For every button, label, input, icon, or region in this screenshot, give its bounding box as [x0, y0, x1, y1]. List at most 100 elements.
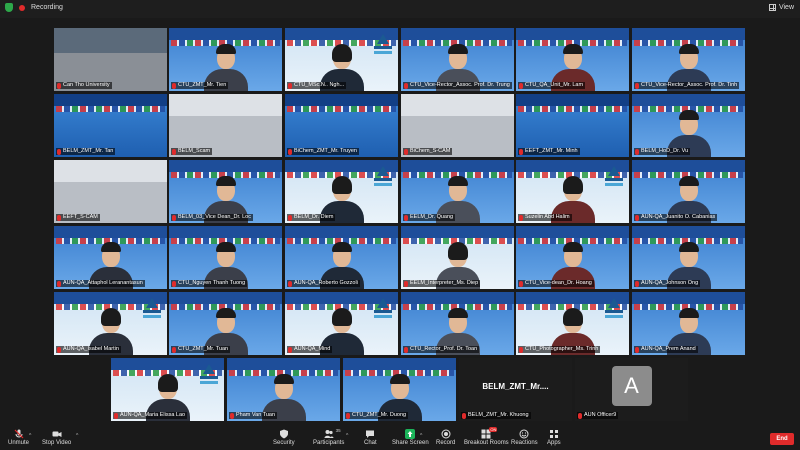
view-button[interactable]: View [768, 4, 794, 11]
chat-button[interactable]: Chat [364, 429, 377, 446]
participant-tile[interactable]: Pham Van Tuan [227, 358, 340, 421]
recording-indicator: Recording [5, 3, 63, 12]
participant-name-tag: BELM_ZMT_Mr. Tan [56, 148, 116, 155]
participants-button[interactable]: 35 Participants [313, 428, 344, 446]
unmute-button[interactable]: Unmute [8, 429, 29, 446]
participant-tile[interactable]: EELM_Interpreter_Ms. Diep [401, 226, 514, 289]
participant-tile[interactable]: CTU_Nguyen Thanh Tuong [169, 226, 282, 289]
microphone-muted-icon [172, 214, 176, 221]
participant-tile[interactable]: EEFT_S-CAM [54, 160, 167, 223]
apps-button[interactable]: Apps [547, 429, 561, 446]
virtual-background-banner [343, 358, 456, 370]
end-meeting-button[interactable]: End [770, 433, 794, 445]
participant-name-tag: BELM_Scam [171, 148, 213, 155]
participant-tile[interactable]: AUN-QA_Prem Anand [632, 292, 745, 355]
participant-name: CTU_QA_Unit_Mr. Lam [525, 82, 584, 88]
virtual-background-banner [632, 292, 745, 304]
participant-name: BELM_Dr. Diem [294, 214, 334, 220]
participant-tile[interactable]: CTU_MSc.N.. Ngh... [285, 28, 398, 91]
participant-tile[interactable]: CTU_Rector_Prof. Dr. Toan [401, 292, 514, 355]
meeting-toolbar: Unmute ^ Stop Video ^ Security 35 Partic… [0, 427, 800, 450]
participant-name: AUN-QA_Attaphol Leranantasun [63, 280, 143, 286]
participant-tile[interactable]: EELM_Dr. Quang [401, 160, 514, 223]
microphone-muted-icon [519, 82, 523, 89]
reactions-button[interactable]: Reactions [511, 429, 538, 446]
participant-tile[interactable]: BELM_ZMT_Mr. Tan [54, 94, 167, 157]
participant-name: CTU_Vice-Rector_Assoc. Prof. Dr. Tinh [641, 82, 738, 88]
record-label: Record [436, 440, 456, 446]
share-screen-icon [405, 429, 416, 439]
microphone-muted-icon [635, 280, 639, 287]
participant-tile[interactable]: CTU_Photographer_Ms. Trinh [516, 292, 629, 355]
participant-tile[interactable]: CTU_ZMT_Mr. Duong [343, 358, 456, 421]
participant-name: BiChem_S-CAM [410, 148, 451, 154]
virtual-background-banner [516, 28, 629, 40]
participant-name: EELM_Dr. Quang [410, 214, 454, 220]
participant-name-tag: EELM_Interpreter_Ms. Diep [403, 280, 481, 287]
participant-name: BELM_Scam [178, 148, 211, 154]
flags-strip [56, 106, 165, 112]
stop-video-button[interactable]: Stop Video [42, 429, 71, 446]
participant-tile[interactable]: BiChem_S-CAM [401, 94, 514, 157]
avatar: A [611, 366, 652, 406]
record-icon [441, 429, 451, 439]
top-bar: Recording View [0, 0, 800, 18]
participant-tile[interactable]: CTU_Vice-Rector_Assoc. Prof. Dr. Tinh [632, 28, 745, 91]
participant-tile[interactable]: BELM_03_Vice Dean_Dr. Loc [169, 160, 282, 223]
participant-tile[interactable]: BELM_ZMT_Mr.... BELM_ZMT_Mr. Khuong [459, 358, 572, 421]
virtual-background-banner [401, 160, 514, 172]
participant-name-tag: AUN-QA_Maria Elissa Lao [113, 412, 188, 419]
participant-tile[interactable]: AUN-QA_Juanito O. Cabanias [632, 160, 745, 223]
participant-tile[interactable]: A AUN Officer9 [575, 358, 688, 421]
participant-tile[interactable]: CTU_QA_Unit_Mr. Lam [516, 28, 629, 91]
participant-tile[interactable]: CTU_ZMT_Mr. Tuan [169, 292, 282, 355]
participant-tile[interactable]: AUN-QA_Maria Elissa Lao [111, 358, 224, 421]
security-button[interactable]: Security [273, 429, 295, 446]
participant-name-tag: CTU_Vice-Rector_Assoc. Prof. Dr. Tinh [634, 82, 740, 89]
participant-tile[interactable]: BELM_Scam [169, 94, 282, 157]
microphone-muted-icon [172, 346, 176, 353]
virtual-background-banner [632, 28, 745, 40]
participant-tile[interactable]: BELM_HoD_Dr. Vu [632, 94, 745, 157]
participant-name: AUN-QA_Prem Anand [641, 346, 696, 352]
participant-tile[interactable]: AUN-QA_Johnson Ong [632, 226, 745, 289]
participant-name-tag: CTU_ZMT_Mr. Duong [345, 412, 409, 419]
share-options-caret[interactable]: ^ [420, 433, 422, 439]
participant-tile[interactable]: BiChem_ZMT_Mr. Truyen [285, 94, 398, 157]
aun-qa-logo [374, 34, 392, 54]
participant-name-tag: CTU_Rector_Prof. Dr. Toan [403, 346, 480, 353]
participants-count: 35 [335, 428, 341, 433]
participant-tile[interactable]: AUN-QA_Attaphol Leranantasun [54, 226, 167, 289]
participant-tile[interactable]: EEFT_ZMT_Mr. Minh [516, 94, 629, 157]
microphone-muted-icon [635, 82, 639, 89]
participants-options-caret[interactable]: ^ [346, 433, 348, 439]
participant-tile[interactable]: Suzelin Abd Halim [516, 160, 629, 223]
participant-tile[interactable]: BELM_Dr. Diem [285, 160, 398, 223]
participant-tile[interactable]: AUN-QA_Isabel Martin [54, 292, 167, 355]
share-screen-button[interactable]: Share Screen [392, 429, 429, 446]
breakout-rooms-icon: ON [481, 427, 498, 439]
video-options-caret[interactable]: ^ [76, 433, 78, 439]
microphone-muted-icon [519, 148, 523, 155]
record-button[interactable]: Record [436, 429, 455, 446]
chat-icon [365, 429, 375, 439]
breakout-badge: ON [489, 427, 498, 432]
video-gallery: Can Tho University CTU_ZMT_Mr. Tien CTU_MS… [0, 0, 800, 428]
virtual-background-banner [516, 226, 629, 238]
participant-tile[interactable]: AUN-QA_Mind [285, 292, 398, 355]
participant-tile[interactable]: CTU_Vice-Rector_Assoc. Prof. Dr. Trung [401, 28, 514, 91]
participant-tile[interactable]: AUN-QA_Roberto Gozzoli [285, 226, 398, 289]
participant-name: CTU_ZMT_Mr. Tuan [178, 346, 229, 352]
microphone-muted-icon [172, 82, 176, 89]
participant-name: AUN-QA_Isabel Martin [63, 346, 119, 352]
video-camera-icon [52, 429, 62, 439]
aun-qa-logo [374, 166, 392, 186]
microphone-muted-icon [519, 280, 523, 287]
microphone-muted-icon [519, 346, 523, 353]
participant-name-tag: BELM_HoD_Dr. Vu [634, 148, 691, 155]
participant-tile[interactable]: CTU_Vice-dean_Dr. Hoang [516, 226, 629, 289]
participant-tile[interactable]: CTU_ZMT_Mr. Tien [169, 28, 282, 91]
audio-options-caret[interactable]: ^ [29, 433, 31, 439]
participant-tile[interactable]: Can Tho University [54, 28, 167, 91]
breakout-rooms-button[interactable]: ON Breakout Rooms [464, 427, 509, 446]
